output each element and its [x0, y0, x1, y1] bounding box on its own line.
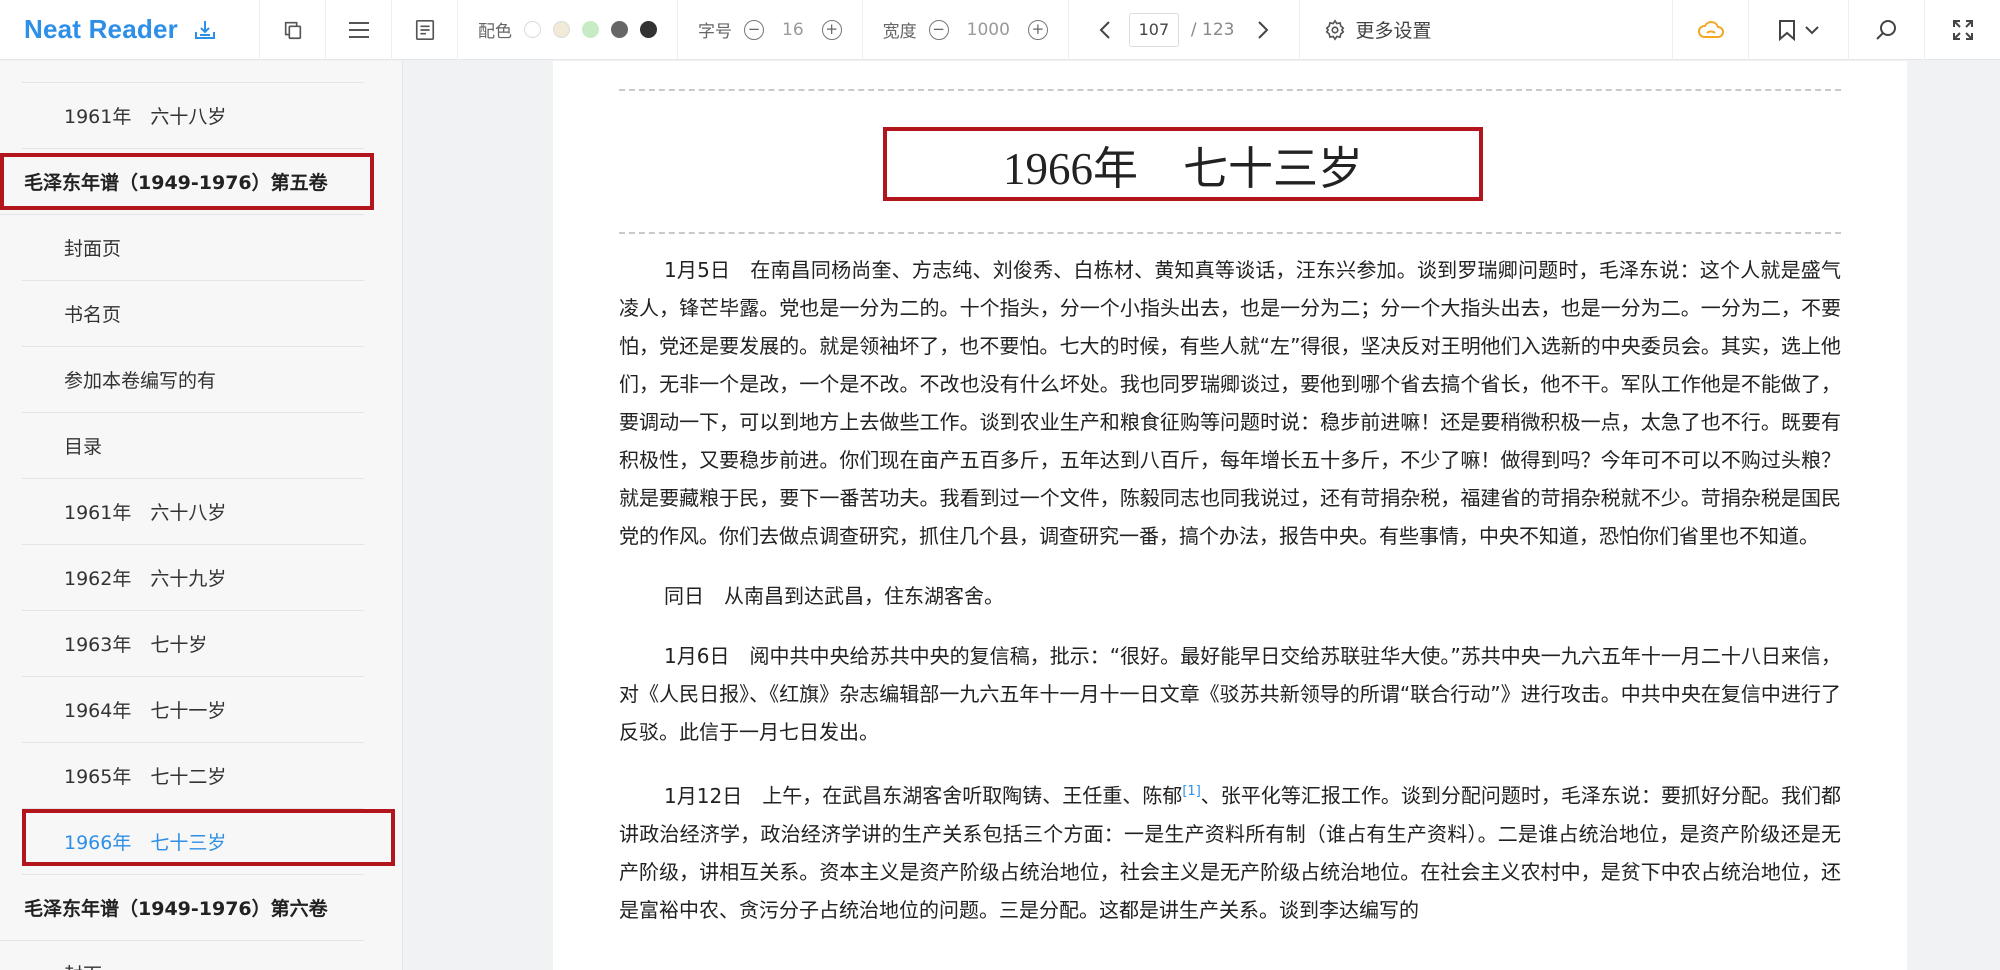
font-size-label: 字号 [698, 22, 732, 42]
cloud-sync-button[interactable] [1672, 0, 1748, 60]
chevron-down-icon [1804, 26, 1819, 35]
toc-item-label: 毛泽东年谱（1949-1976）第六卷 [24, 898, 328, 920]
toc-item-1961[interactable]: 1961年 六十八岁 [22, 83, 364, 149]
font-size-value: 16 [782, 19, 804, 40]
toc-item-label: 1966年 七十三岁 [64, 832, 227, 854]
cloud-icon [1697, 21, 1724, 38]
color-scheme-group: 配色 [458, 0, 678, 60]
toc-sidebar: 1961年 六十八岁 毛泽东年谱（1949-1976）第五卷 封面页 书名页 参… [0, 61, 403, 970]
chapter-title: 1966年 七十三岁 [883, 127, 1483, 201]
toc-item-cover-page[interactable]: 封面页 [22, 215, 364, 281]
font-size-group: 字号 − 16 + [678, 0, 863, 60]
next-page-button[interactable] [1251, 18, 1275, 42]
entry-text: 阅中共中央给苏共中央的复信稿，批示：“很好。最好能早日交给苏联驻华大使。”苏共中… [619, 644, 1841, 744]
toc-item-label: 目录 [64, 436, 103, 458]
toc-item-label: 1962年 六十九岁 [64, 568, 227, 590]
font-size-increase-button[interactable]: + [821, 19, 842, 40]
page-number-input[interactable] [1128, 12, 1179, 47]
font-size-decrease-button[interactable]: − [744, 19, 764, 40]
fullscreen-button[interactable] [1924, 0, 2000, 60]
toc-item-title-page[interactable]: 书名页 [22, 281, 364, 347]
toc-volume-6[interactable]: 毛泽东年谱（1949-1976）第六卷 [0, 875, 364, 941]
page-navigation: / 123 [1069, 0, 1300, 60]
theme-swatch-gray[interactable] [611, 21, 628, 38]
toc-item-1962[interactable]: 1962年 六十九岁 [22, 545, 364, 611]
theme-swatch-green[interactable] [582, 21, 599, 38]
menu-icon [348, 21, 369, 38]
width-group: 宽度 − 1000 + [863, 0, 1069, 60]
toc-item-label: 封面页 [64, 238, 122, 260]
toc-menu-button[interactable] [326, 0, 392, 60]
chevron-right-icon [1257, 20, 1268, 39]
width-label: 宽度 [882, 22, 917, 42]
entry-date: 1月12日 [664, 783, 743, 808]
paragraph: 1月5日 在南昌同杨尚奎、方志纯、刘俊秀、白栋材、黄知真等谈话，汪东兴参加。谈到罗… [619, 251, 1841, 555]
chevron-left-icon [1099, 20, 1110, 39]
color-scheme-label: 配色 [478, 22, 512, 42]
toolbar: Neat Reader 配色 字号 − 16 + 宽度 − 1000 + 107… [0, 0, 2000, 60]
previous-page-button[interactable] [1093, 18, 1117, 42]
theme-swatch-sepia[interactable] [553, 21, 570, 38]
toc-item-label: 1965年 七十二岁 [64, 766, 227, 788]
reader-page: 1966年 七十三岁 1月5日 在南昌同杨尚奎、方志纯、刘俊秀、白栋材、黄知真等谈… [553, 61, 1907, 970]
width-value: 1000 [966, 19, 1010, 40]
toc-item-label: 书名页 [64, 304, 122, 326]
more-settings-label: 更多设置 [1355, 20, 1432, 42]
toc-item-1965[interactable]: 1965年 七十二岁 [22, 743, 364, 809]
toc-item-label: 参加本卷编写的有 [64, 370, 217, 392]
bookmark-icon [1778, 20, 1795, 41]
theme-swatch-dark[interactable] [640, 21, 657, 38]
entry-date: 1月5日 [664, 258, 731, 282]
toolbar-right [1672, 0, 2000, 60]
width-decrease-button[interactable]: − [928, 19, 949, 40]
gear-icon [1325, 18, 1344, 41]
import-book-icon[interactable] [192, 17, 218, 43]
app-name: Neat Reader [24, 14, 178, 44]
toc-item-label: 1961年 六十八岁 [64, 106, 227, 128]
entry-text: 在南昌同杨尚奎、方志纯、刘俊秀、白栋材、黄知真等谈话，汪东兴参加。谈到罗瑞卿问题… [619, 258, 1842, 548]
copy-icon [284, 21, 301, 39]
toc-item-label: 毛泽东年谱（1949-1976）第五卷 [24, 172, 328, 194]
toc-item-1964[interactable]: 1964年 七十一岁 [22, 677, 364, 743]
divider [619, 89, 1841, 91]
toc-item-label: 1964年 七十一岁 [64, 700, 227, 722]
toc-volume-5[interactable]: 毛泽东年谱（1949-1976）第五卷 [0, 149, 364, 215]
document-icon [415, 19, 434, 40]
toc-item-cover[interactable]: 封面 [22, 941, 364, 970]
theme-swatch-white[interactable] [524, 21, 541, 38]
entry-text: 上午，在武昌东湖客舍听取陶铸、王任重、陈郁 [762, 783, 1183, 808]
chapter-content: 1月5日 在南昌同杨尚奎、方志纯、刘俊秀、白栋材、黄知真等谈话，汪东兴参加。谈到罗… [619, 251, 1841, 951]
entry-text: 从南昌到达武昌，住东湖客舍。 [724, 584, 1004, 608]
notes-button[interactable] [392, 0, 458, 60]
paragraph: 1月12日 上午，在武昌东湖客舍听取陶铸、王任重、陈郁[1]、张平化等汇报工作。谈… [619, 773, 1841, 929]
brand: Neat Reader [0, 0, 260, 60]
bookmark-button[interactable] [1748, 0, 1848, 60]
toc-item-label: 1961年 六十八岁 [64, 502, 227, 524]
fullscreen-icon [1952, 20, 1973, 40]
paragraph: 同日 从南昌到达武昌，住东湖客舍。 [619, 577, 1841, 615]
toc-item-1963[interactable]: 1963年 七十岁 [22, 611, 364, 677]
toc-item-contents[interactable]: 目录 [22, 413, 364, 479]
entry-date: 1月6日 [664, 644, 730, 668]
toc-item-label: 封面 [64, 960, 102, 970]
toc-item-1961-b[interactable]: 1961年 六十八岁 [22, 479, 364, 545]
entry-date: 同日 [664, 584, 704, 608]
divider [619, 232, 1841, 234]
width-increase-button[interactable]: + [1027, 19, 1048, 40]
search-button[interactable] [1848, 0, 1924, 60]
more-settings-button[interactable]: 更多设置 [1300, 0, 1456, 60]
toc-item-1966-active[interactable]: 1966年 七十三岁 [22, 809, 364, 875]
paragraph: 1月6日 阅中共中央给苏共中央的复信稿，批示：“很好。最好能早日交给苏联驻华大使。… [619, 637, 1841, 751]
copy-button[interactable] [260, 0, 326, 60]
page-total: / 123 [1190, 19, 1235, 40]
search-icon [1875, 20, 1896, 40]
toc-item-contributors[interactable]: 参加本卷编写的有 [22, 347, 364, 413]
footnote-link[interactable]: [1] [1182, 784, 1200, 799]
toc-item-label: 1963年 七十岁 [64, 634, 208, 656]
